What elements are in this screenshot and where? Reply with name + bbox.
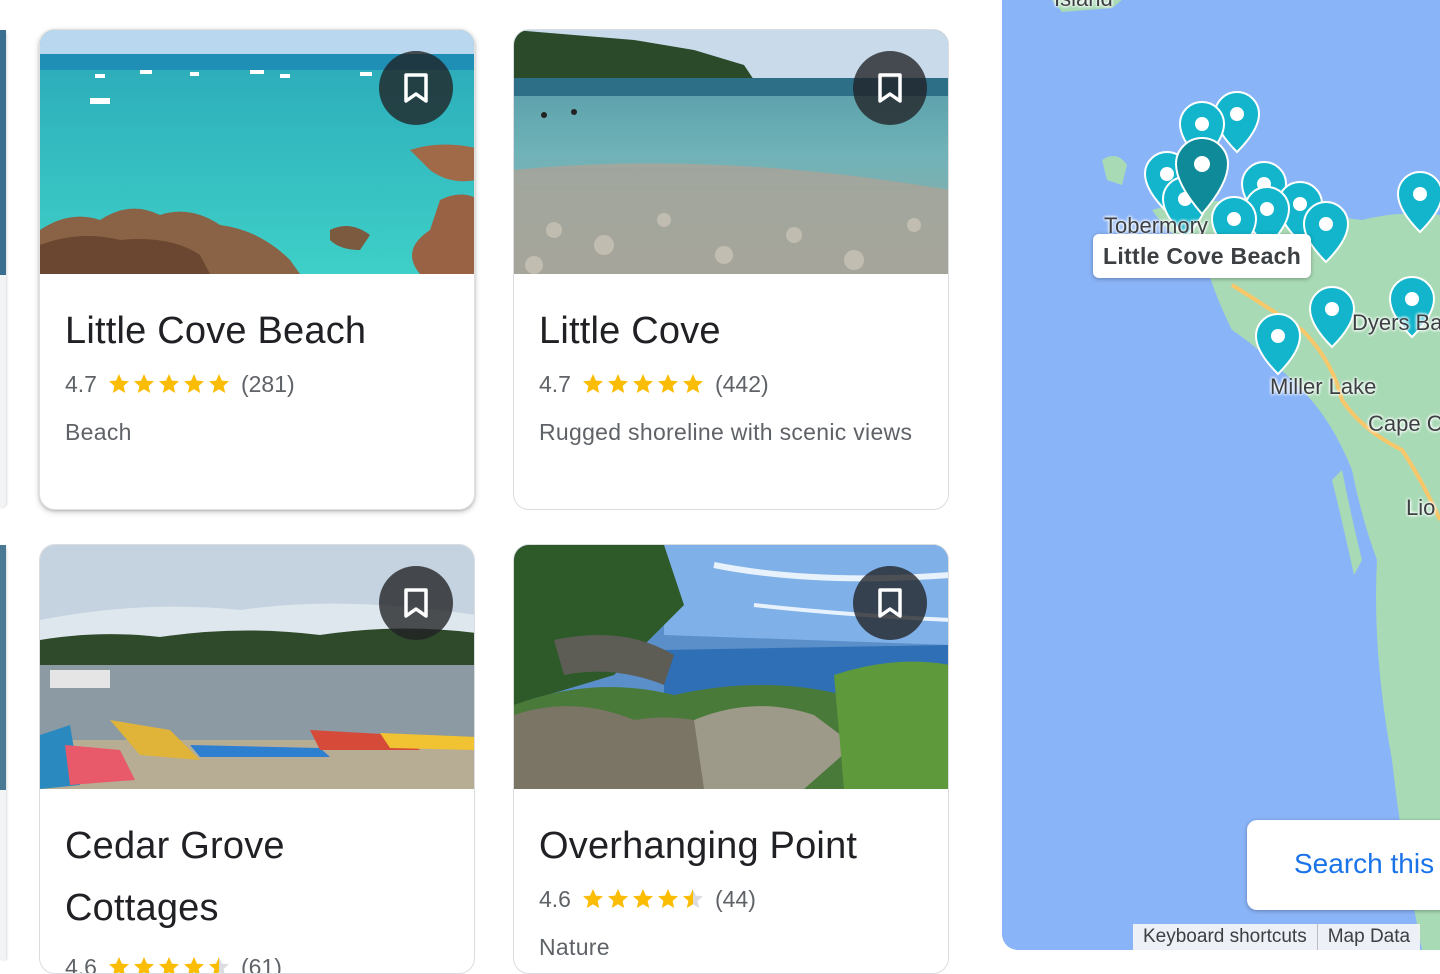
keyboard-shortcuts-link[interactable]: Keyboard shortcuts xyxy=(1133,924,1317,950)
rating-row: 4.7 (442) xyxy=(539,364,923,404)
place-card-little-cove[interactable]: Little Cove 4.7 (442) Rugged shoreline w… xyxy=(513,29,949,510)
place-card-cedar-grove-cottages[interactable]: Cedar Grove Cottages 4.6 (61) xyxy=(39,544,475,974)
map-panel[interactable]: Island Tobermory Dyers Bay Miller Lake C… xyxy=(1002,0,1440,950)
star-icon xyxy=(606,887,630,911)
place-category: Nature xyxy=(539,931,923,964)
map-pin-icon[interactable] xyxy=(1176,138,1228,214)
rating-score: 4.6 xyxy=(539,886,571,913)
partial-card-left-top[interactable] xyxy=(0,30,6,508)
star-icon xyxy=(182,372,206,396)
bookmark-icon xyxy=(877,587,903,619)
star-icon xyxy=(656,372,680,396)
selected-place-tooltip[interactable]: Little Cove Beach xyxy=(1093,234,1311,278)
star-icon xyxy=(631,887,655,911)
rating-row: 4.7 (281) xyxy=(65,364,449,404)
star-half-icon xyxy=(681,887,705,911)
star-icon xyxy=(581,372,605,396)
star-icon xyxy=(631,372,655,396)
bookmark-icon xyxy=(403,72,429,104)
review-count[interactable]: (61) xyxy=(241,954,282,974)
review-count[interactable]: (44) xyxy=(715,886,756,913)
rating-score: 4.6 xyxy=(65,954,97,974)
star-icon xyxy=(606,372,630,396)
star-icon xyxy=(182,955,206,974)
place-category: Rugged shoreline with scenic views xyxy=(539,416,923,449)
map-data-link[interactable]: Map Data xyxy=(1317,924,1420,950)
place-title[interactable]: Little Cove xyxy=(539,300,923,362)
rating-row: 4.6 (44) xyxy=(539,879,923,919)
star-icon xyxy=(581,887,605,911)
rating-score: 4.7 xyxy=(539,371,571,398)
place-card-little-cove-beach[interactable]: Little Cove Beach 4.7 (281) Beach xyxy=(39,29,475,510)
review-count[interactable]: (281) xyxy=(241,371,295,398)
star-icon xyxy=(107,372,131,396)
place-photo[interactable] xyxy=(514,545,948,789)
star-icon xyxy=(656,887,680,911)
place-photo[interactable] xyxy=(40,30,474,274)
rating-stars xyxy=(581,372,705,396)
search-this-area-button[interactable]: Search this area xyxy=(1247,820,1440,910)
save-button[interactable] xyxy=(379,566,453,640)
star-icon xyxy=(681,372,705,396)
star-icon xyxy=(132,372,156,396)
place-title[interactable]: Cedar Grove Cottages xyxy=(65,815,365,939)
map-label-miller-lake: Miller Lake xyxy=(1270,374,1376,400)
place-photo[interactable] xyxy=(514,30,948,274)
place-title[interactable]: Overhanging Point xyxy=(539,815,923,877)
save-button[interactable] xyxy=(379,51,453,125)
star-half-icon xyxy=(207,955,231,974)
bookmark-icon xyxy=(403,587,429,619)
rating-score: 4.7 xyxy=(65,371,97,398)
place-card-overhanging-point[interactable]: Overhanging Point 4.6 (44) Nature xyxy=(513,544,949,974)
map-label-dyers-bay: Dyers Bay xyxy=(1352,310,1440,336)
map-label-cape-croker: Cape C xyxy=(1368,411,1440,437)
rating-stars xyxy=(581,887,705,911)
star-icon xyxy=(132,955,156,974)
rating-row: 4.6 (61) xyxy=(65,947,449,974)
bookmark-icon xyxy=(877,72,903,104)
partial-card-left-bottom[interactable] xyxy=(0,545,6,960)
map-label-island: Island xyxy=(1054,0,1113,12)
star-icon xyxy=(157,955,181,974)
rating-stars xyxy=(107,372,231,396)
star-icon xyxy=(107,955,131,974)
save-button[interactable] xyxy=(853,566,927,640)
review-count[interactable]: (442) xyxy=(715,371,769,398)
map-label-lions-head: Lio xyxy=(1406,495,1435,521)
place-title[interactable]: Little Cove Beach xyxy=(65,300,449,362)
map-attribution: Keyboard shortcuts Map Data xyxy=(1133,924,1420,950)
save-button[interactable] xyxy=(853,51,927,125)
star-icon xyxy=(207,372,231,396)
star-icon xyxy=(157,372,181,396)
rating-stars xyxy=(107,955,231,974)
place-category: Beach xyxy=(65,416,449,449)
place-photo[interactable] xyxy=(40,545,474,789)
